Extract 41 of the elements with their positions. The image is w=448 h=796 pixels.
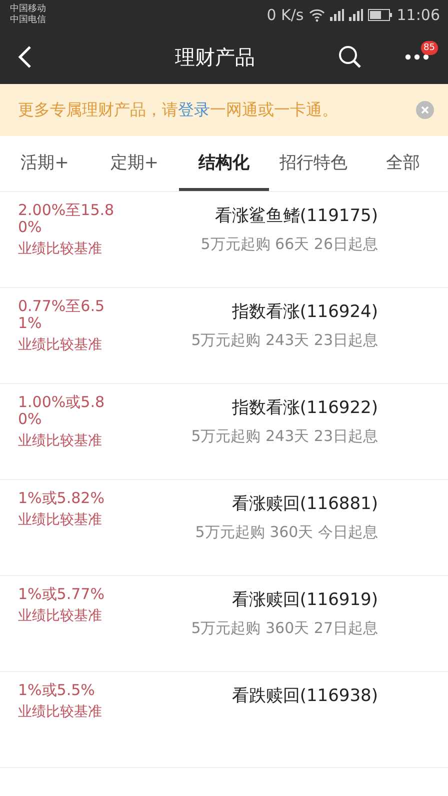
rate-range: 1.00%或5.80%: [18, 394, 106, 428]
product-details: 5万元起购 243天 23日起息: [191, 427, 378, 446]
rate-label: 业绩比较基准: [18, 703, 103, 721]
product-name[interactable]: 看涨鲨鱼鳍(119175): [214, 204, 378, 227]
battery-icon: [368, 9, 392, 21]
rate-label: 业绩比较基准: [18, 432, 103, 450]
rate-label: 业绩比较基准: [18, 336, 103, 354]
rate-label: 业绩比较基准: [18, 511, 103, 529]
category-tab[interactable]: 活期+: [0, 136, 90, 191]
wifi-icon: [308, 8, 325, 22]
rate-range: 0.77%至6.51%: [18, 298, 106, 332]
product-details: 5万元起购 243天 23日起息: [191, 331, 378, 350]
page-title: 理财产品: [174, 44, 256, 70]
network-speed: 0 K/s: [266, 6, 304, 24]
rate-range: 1%或5.82%: [18, 490, 106, 507]
rate-label: 业绩比较基准: [18, 607, 103, 625]
product-details: 5万元起购 360天 今日起息: [195, 523, 378, 542]
product-name[interactable]: 看跌赎回(116938): [232, 684, 378, 707]
rate-range: 1%或5.77%: [18, 586, 106, 603]
product-details: 5万元起购 66天 26日起息: [200, 235, 378, 254]
rate-label: 业绩比较基准: [18, 240, 103, 258]
more-icon: [404, 53, 430, 61]
carrier-name: 中国电信: [10, 15, 46, 26]
category-tab[interactable]: 招行特色: [268, 136, 358, 191]
product-name[interactable]: 看涨赎回(116919): [232, 588, 378, 611]
login-prompt: 更多专属理财产品，请登录一网通或一卡通。: [18, 100, 339, 120]
product-name[interactable]: 指数看涨(116924): [232, 300, 378, 323]
product-details: 5万元起购 360天 27日起息: [191, 619, 378, 638]
category-tab[interactable]: 全部: [358, 136, 448, 191]
signal-icon: [348, 9, 363, 21]
clock-time: 11:06: [396, 6, 440, 24]
rate-range: 2.00%至15.80%: [18, 202, 116, 236]
category-tab[interactable]: 结构化: [179, 136, 269, 191]
signal-icon: [330, 9, 344, 21]
product-name[interactable]: 看涨赎回(116881): [232, 492, 378, 515]
carrier-name: 中国移动: [10, 4, 46, 14]
category-tab[interactable]: 定期+: [90, 136, 180, 191]
close-icon: [421, 106, 429, 114]
notification-badge: 85: [420, 41, 438, 55]
product-name[interactable]: 指数看涨(116922): [232, 396, 378, 419]
rate-range: 1%或5.5%: [18, 682, 96, 699]
